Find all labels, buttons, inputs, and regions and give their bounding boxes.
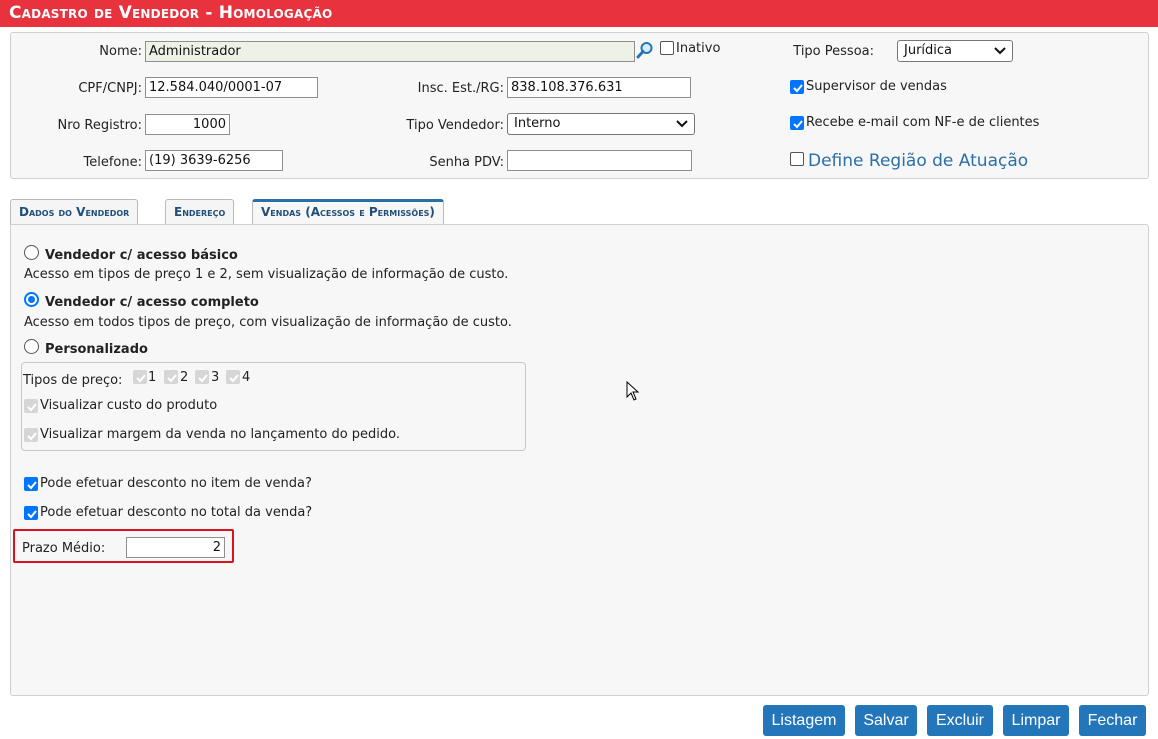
nro-registro-label: Nro Registro: <box>57 118 142 133</box>
acesso-basico-radio[interactable] <box>24 245 39 260</box>
define-regiao-link[interactable]: Define Região de Atuação <box>808 151 1028 171</box>
insc-est-label: Insc. Est./RG: <box>417 81 504 96</box>
mouse-cursor-icon <box>626 380 640 401</box>
tab-dados-vendedor[interactable]: Dados do Vendedor <box>10 199 139 225</box>
inativo-checkbox[interactable] <box>660 41 674 55</box>
desconto-item-checkbox[interactable] <box>24 477 38 491</box>
tipo-pessoa-select[interactable]: Jurídica <box>897 40 1013 62</box>
senha-pdv-label: Senha PDV: <box>429 155 504 170</box>
visualizar-margem-label: Visualizar margem da venda no lançamento… <box>40 427 401 442</box>
tipo-preco-4-label: 4 <box>242 370 251 385</box>
cpf-cnpj-label: CPF/CNPJ: <box>78 81 142 96</box>
desconto-total-label: Pode efetuar desconto no total da venda? <box>40 505 313 520</box>
excluir-button[interactable]: Excluir <box>927 705 993 736</box>
visualizar-custo-label: Visualizar custo do produto <box>40 398 218 413</box>
cpf-cnpj-field[interactable]: 12.584.040/0001-07 <box>145 77 318 98</box>
acesso-basico-title: Vendedor c/ acesso básico <box>45 248 238 263</box>
supervisor-label: Supervisor de vendas <box>806 79 947 94</box>
inativo-label: Inativo <box>676 41 721 56</box>
tipo-preco-1-label: 1 <box>148 370 157 385</box>
listagem-button[interactable]: Listagem <box>763 705 845 736</box>
desconto-item-label: Pode efetuar desconto no item de venda? <box>40 476 312 491</box>
insc-est-field[interactable]: 838.108.376.631 <box>507 77 691 98</box>
fechar-button[interactable]: Fechar <box>1079 705 1146 736</box>
senha-pdv-field[interactable] <box>507 150 692 171</box>
tab-endereco[interactable]: Endereço <box>165 199 235 225</box>
tipos-preco-label: Tipos de preço: <box>23 373 123 388</box>
prazo-medio-field[interactable]: 2 <box>126 537 225 558</box>
telefone-field[interactable]: (19) 3639-6256 <box>145 150 283 171</box>
nome-label: Nome: <box>99 44 142 59</box>
personalizado-title: Personalizado <box>45 342 148 357</box>
tipo-pessoa-value: Jurídica <box>904 43 953 58</box>
visualizar-margem-checkbox[interactable] <box>24 428 38 442</box>
personalizado-radio[interactable] <box>24 339 39 354</box>
acesso-completo-radio[interactable] <box>24 292 39 307</box>
salvar-button[interactable]: Salvar <box>855 705 917 736</box>
supervisor-checkbox[interactable] <box>790 80 804 94</box>
prazo-medio-label: Prazo Médio: <box>22 541 106 556</box>
nome-field[interactable]: Administrador <box>145 41 635 62</box>
desconto-total-checkbox[interactable] <box>24 506 38 520</box>
chevron-down-icon <box>994 44 1006 58</box>
tipo-preco-2-checkbox[interactable] <box>164 370 178 384</box>
tipo-pessoa-label: Tipo Pessoa: <box>793 44 874 59</box>
acesso-completo-title: Vendedor c/ acesso completo <box>45 295 259 310</box>
acesso-basico-desc: Acesso em tipos de preço 1 e 2, sem visu… <box>24 267 509 282</box>
acesso-completo-desc: Acesso em todos tipos de preço, com visu… <box>24 315 512 330</box>
tipo-vendedor-select[interactable]: Interno <box>507 113 695 135</box>
visualizar-custo-checkbox[interactable] <box>24 399 38 413</box>
tab-vendas[interactable]: Vendas (Acessos e Permissões) <box>252 199 444 226</box>
chevron-down-icon <box>676 117 688 131</box>
recebe-email-checkbox[interactable] <box>790 116 804 130</box>
recebe-email-label: Recebe e-mail com NF-e de clientes <box>806 115 1040 130</box>
nro-registro-field[interactable]: 1000 <box>145 114 230 135</box>
telefone-label: Telefone: <box>83 155 143 170</box>
define-regiao-checkbox[interactable] <box>790 152 804 166</box>
tipo-vendedor-value: Interno <box>514 116 561 131</box>
window-title: Cadastro de Vendedor - Homologação <box>0 0 1158 27</box>
tipo-vendedor-label: Tipo Vendedor: <box>406 118 504 133</box>
tipo-preco-4-checkbox[interactable] <box>226 370 240 384</box>
magnifier-icon[interactable] <box>636 41 654 59</box>
tipo-preco-3-checkbox[interactable] <box>195 370 209 384</box>
tipo-preco-2-label: 2 <box>180 370 189 385</box>
tipo-preco-3-label: 3 <box>211 370 220 385</box>
tipo-preco-1-checkbox[interactable] <box>133 370 147 384</box>
limpar-button[interactable]: Limpar <box>1003 705 1069 736</box>
